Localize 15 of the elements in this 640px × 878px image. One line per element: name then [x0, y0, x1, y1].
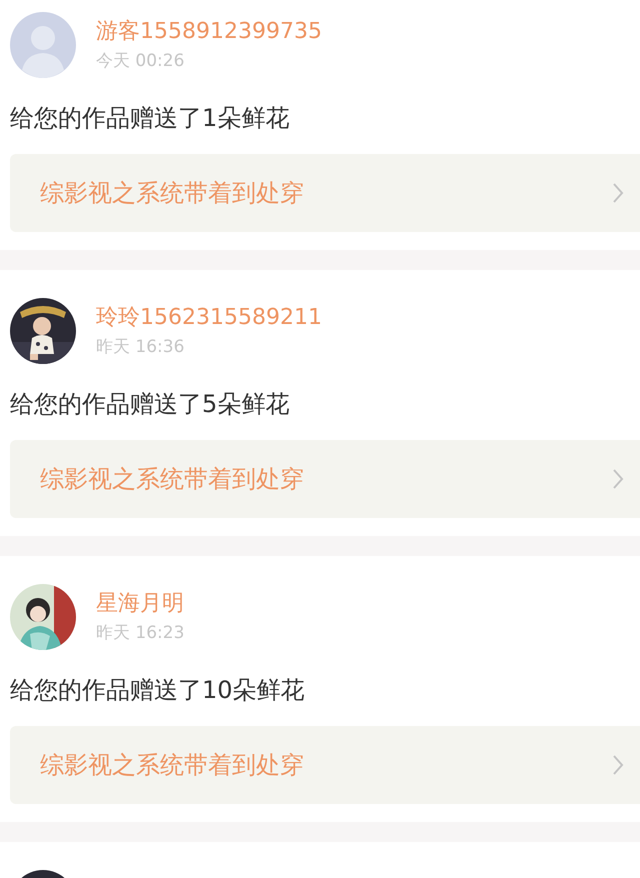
timestamp: 今天 00:26 — [96, 50, 186, 72]
user-name[interactable]: 游客1558912399735 — [96, 18, 322, 46]
gift-message: 给您的作品赠送了5朵鲜花 — [10, 389, 290, 420]
timestamp: 昨天 16:23 — [96, 622, 184, 644]
chevron-right-icon — [612, 754, 624, 776]
work-link[interactable]: 综影视之系统带着到处穿 — [10, 440, 640, 518]
timestamp: 昨天 16:36 — [96, 336, 186, 358]
user-name[interactable]: 玲玲1562315589211 — [96, 304, 322, 332]
chevron-right-icon — [612, 182, 624, 204]
work-link[interactable]: 综影视之系统带着到处穿 — [10, 154, 640, 232]
gift-message: 给您的作品赠送了10朵鲜花 — [10, 675, 306, 706]
work-link[interactable]: 综影视之系统带着到处穿 — [10, 726, 640, 804]
gift-message: 给您的作品赠送了1朵鲜花 — [10, 103, 290, 134]
chevron-right-icon — [612, 468, 624, 490]
user-name[interactable]: 星海月明 — [96, 590, 184, 618]
